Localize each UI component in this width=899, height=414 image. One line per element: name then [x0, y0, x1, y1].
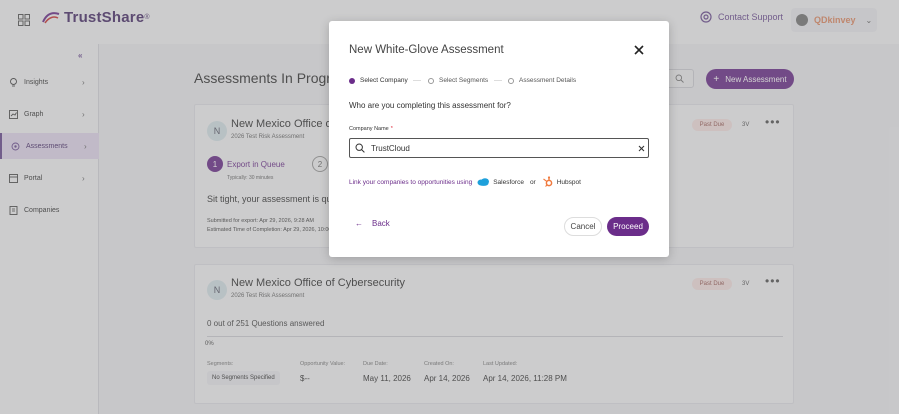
search-icon — [355, 143, 365, 153]
close-button[interactable] — [631, 42, 647, 58]
wizard-divider — [494, 80, 502, 81]
new-assessment-modal: New White-Glove Assessment Select Compan… — [329, 21, 669, 257]
radio-empty-icon — [508, 77, 514, 84]
company-name-label-text: Company Name — [349, 126, 389, 132]
back-label: Back — [372, 219, 390, 228]
company-name-label: Company Name * — [349, 126, 393, 132]
required-mark: * — [390, 126, 393, 132]
hubspot-label: Hubspot — [556, 178, 581, 186]
arrow-left-icon: ← — [355, 219, 363, 228]
radio-selected-icon — [349, 77, 355, 84]
salesforce-label: Salesforce — [493, 178, 524, 186]
cancel-button[interactable]: Cancel — [564, 217, 602, 236]
integration-link-row: Link your companies to opportunities usi… — [349, 176, 581, 188]
company-search-field[interactable] — [349, 138, 649, 158]
radio-empty-icon — [428, 77, 434, 84]
or-text: or — [529, 178, 536, 186]
link-companies-text[interactable]: Link your companies to opportunities usi… — [349, 179, 472, 186]
back-button[interactable]: ← Back — [355, 219, 390, 228]
close-icon — [634, 45, 644, 55]
clear-input-icon[interactable] — [636, 143, 646, 153]
company-name-input[interactable] — [371, 143, 621, 153]
company-question: Who are you completing this assessment f… — [349, 101, 511, 110]
wizard-divider — [413, 80, 421, 81]
wizard-step-select-segments[interactable]: Select Segments — [428, 77, 488, 84]
hubspot-link[interactable]: Hubspot — [542, 176, 581, 188]
proceed-button[interactable]: Proceed — [607, 217, 649, 236]
wizard-step-select-company[interactable]: Select Company — [349, 77, 408, 84]
salesforce-link[interactable]: Salesforce — [477, 178, 524, 186]
wizard-step-assessment-details[interactable]: Assessment Details — [508, 77, 576, 84]
salesforce-cloud-icon — [477, 178, 490, 186]
hubspot-sprocket-icon — [542, 176, 553, 187]
modal-title: New White-Glove Assessment — [349, 44, 504, 56]
wizard-step-label: Assessment Details — [519, 77, 577, 84]
wizard-step-label: Select Company — [360, 77, 408, 84]
wizard-step-label: Select Segments — [439, 77, 489, 84]
